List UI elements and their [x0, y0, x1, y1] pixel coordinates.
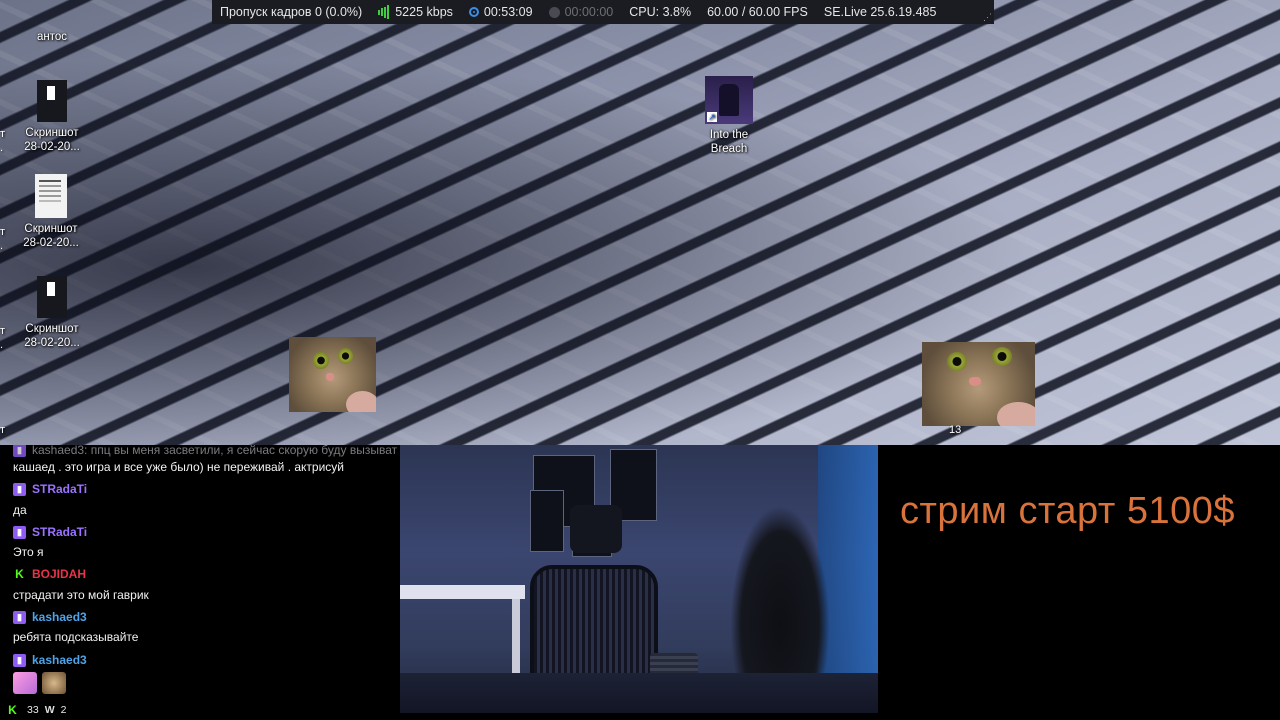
- edge-label: .: [0, 339, 4, 351]
- desktop-icon-screenshot-2[interactable]: Скриншот 28-02-20...: [11, 174, 91, 250]
- stream-start-goal-text: стрим старт 5100$: [900, 490, 1235, 532]
- chat-username[interactable]: STRadaTi: [32, 525, 87, 539]
- edge-label: т: [0, 226, 6, 238]
- dropped-frames-text: Пропуск кадров 0 (0.0%): [220, 5, 363, 19]
- chat-message: ребята подсказывайте: [13, 630, 139, 644]
- broadcast-icon: [468, 7, 479, 17]
- wall-poster: [530, 490, 564, 552]
- icon-label-date: 28-02-20...: [23, 237, 79, 249]
- signal-bars-icon: [378, 5, 390, 19]
- twitch-badge-icon: ▮: [13, 482, 26, 496]
- desktop-folder-label[interactable]: антос: [12, 30, 92, 44]
- chat-username[interactable]: kashaed3: [32, 610, 87, 624]
- floor-shade: [400, 673, 878, 713]
- record-dot-icon: [548, 6, 560, 18]
- screenshot-thumbnail: [35, 174, 67, 218]
- other-viewer-count: 2: [60, 703, 67, 716]
- chair-headrest: [570, 505, 622, 553]
- kick-viewers-icon: K: [6, 703, 19, 717]
- chat-message: страдати это мой гаврик: [13, 588, 149, 602]
- edge-label: т: [0, 424, 6, 436]
- chat-username[interactable]: kashaed3: [32, 653, 87, 667]
- bitrate-stat: 5225 kbps: [370, 0, 461, 24]
- chat-message: Это я: [13, 545, 44, 559]
- fps-stat: 60.00 / 60.00 FPS: [699, 0, 816, 24]
- game-shortcut-icon: ↗: [705, 76, 753, 124]
- twitch-badge-icon: ▮: [13, 653, 26, 667]
- hand-shape: [996, 402, 1035, 426]
- wallpaper-shade: [0, 0, 1280, 445]
- bitrate-text: 5225 kbps: [395, 5, 453, 19]
- record-time-text: 00:00:00: [564, 5, 614, 19]
- kick-badge-icon: K: [13, 567, 26, 581]
- resize-grip-icon[interactable]: ⋰: [983, 13, 992, 22]
- twitch-badge-icon: ▮: [13, 525, 26, 539]
- screenshot-thumbnail: [37, 276, 67, 318]
- cat-image-overlay: [922, 342, 1035, 426]
- hand-shape: [346, 391, 376, 412]
- twitch-badge-icon: ▮: [13, 610, 26, 624]
- cpu-stat: CPU: 3.8%: [621, 0, 699, 24]
- webcam-feed: [400, 445, 878, 713]
- chat-partial-message: ▮ kashaed3: ппц вы меня засветили, я сейч…: [13, 445, 398, 458]
- cat-nose: [325, 373, 335, 381]
- desk-shape: [400, 585, 525, 599]
- desktop-icon-into-the-breach[interactable]: ↗ Into the Breach: [689, 76, 769, 156]
- platform-w-icon: W: [44, 703, 55, 716]
- edge-label: .: [0, 142, 4, 154]
- version-text: SE.Live 25.6.19.485: [823, 5, 937, 19]
- record-time-stat: 00:00:00: [541, 0, 622, 24]
- icon-label: Скриншот: [25, 127, 79, 139]
- folder-label-text: антос: [36, 31, 68, 43]
- cat-nose: [969, 377, 981, 386]
- chat-message: кашаед . это игра и все уже было) не пер…: [13, 460, 344, 474]
- twitch-badge-icon: ▮: [13, 445, 26, 458]
- icon-label: Into the: [709, 129, 749, 141]
- chat-panel: ▮ kashaed3: ппц вы меня засветили, я сейч…: [0, 445, 400, 720]
- edge-label: т: [0, 325, 6, 337]
- chat-username-line: ▮ STRadaTi: [13, 482, 87, 496]
- cat-eye: [313, 352, 330, 369]
- icon-label: Скриншот: [24, 223, 78, 235]
- stream-time-text: 00:53:09: [483, 5, 533, 19]
- dropped-frames-stat: Пропуск кадров 0 (0.0%): [212, 0, 370, 24]
- chat-message: да: [13, 503, 27, 517]
- icon-label-line2: Breach: [710, 143, 748, 155]
- chat-username[interactable]: BOJIDAH: [32, 567, 86, 581]
- desktop-icon-screenshot-3[interactable]: Скриншот 28-02-20...: [12, 276, 92, 350]
- desktop-wallpaper: антос Скриншот 28-02-20... Скриншот 28-0…: [0, 0, 1280, 445]
- viewer-count-footer: K 33 W 2: [6, 703, 67, 717]
- icon-label-date: 28-02-20...: [24, 141, 80, 153]
- shortcut-arrow-icon: ↗: [707, 112, 717, 122]
- partial-message-text: kashaed3: ппц вы меня засветили, я сейча…: [32, 445, 398, 457]
- cat-caption: 13: [949, 424, 962, 436]
- version-stat: SE.Live 25.6.19.485: [816, 0, 945, 24]
- stream-stats-bar: Пропуск кадров 0 (0.0%) 5225 kbps 00:53:…: [212, 0, 994, 24]
- edge-label: .: [0, 240, 4, 252]
- chat-username[interactable]: STRadaTi: [32, 482, 87, 496]
- edge-label: т: [0, 128, 6, 140]
- chat-username-line: ▮ kashaed3: [13, 653, 87, 667]
- cpu-text: CPU: 3.8%: [629, 5, 692, 19]
- kick-viewer-count: 33: [27, 703, 39, 716]
- cat-eye: [337, 347, 354, 364]
- chat-username-line: K BOJIDAH: [13, 567, 86, 581]
- desktop-icon-screenshot-1[interactable]: Скриншот 28-02-20...: [12, 80, 92, 154]
- fps-text: 60.00 / 60.00 FPS: [707, 5, 808, 19]
- icon-label-date: 28-02-20...: [24, 337, 80, 349]
- chat-username-line: ▮ kashaed3: [13, 610, 87, 624]
- emote-icon: [42, 672, 66, 694]
- chat-username-line: ▮ STRadaTi: [13, 525, 87, 539]
- cat-eye: [946, 352, 968, 371]
- cat-eye: [992, 347, 1013, 366]
- stream-time-stat: 00:53:09: [461, 0, 541, 24]
- icon-label: Скриншот: [25, 323, 79, 335]
- screenshot-thumbnail: [37, 80, 67, 122]
- cat-image-overlay: [289, 337, 376, 412]
- emote-icon: [13, 672, 37, 694]
